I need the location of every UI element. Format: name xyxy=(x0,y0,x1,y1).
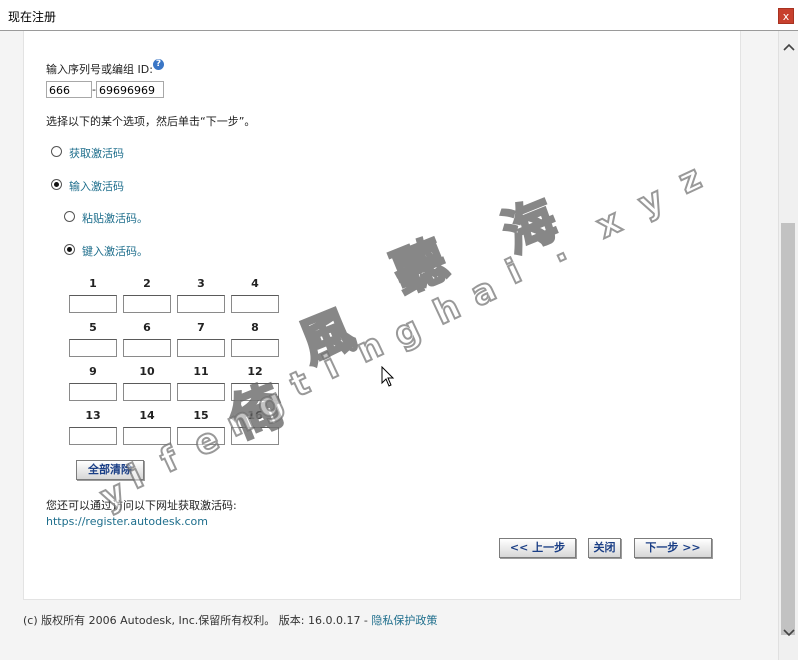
option-paste-code-label[interactable]: 粘贴激活码。 xyxy=(82,210,148,226)
serial-number-input[interactable]: 69696969 xyxy=(96,81,164,98)
code-field-label: 4 xyxy=(251,277,259,290)
code-field-label: 2 xyxy=(143,277,151,290)
code-field-label: 7 xyxy=(197,321,205,334)
code-field-input[interactable] xyxy=(69,383,117,401)
code-field-label: 10 xyxy=(139,365,155,378)
title-bar: 现在注册 x xyxy=(0,0,798,31)
code-field-label: 6 xyxy=(143,321,151,334)
code-field-input[interactable] xyxy=(69,339,117,357)
code-field-input[interactable] xyxy=(177,427,225,445)
option-enter-code-label[interactable]: 输入激活码 xyxy=(69,178,124,194)
footer: (c) 版权所有 2006 Autodesk, Inc.保留所有权利。 版本: … xyxy=(23,612,437,628)
mouse-cursor-icon xyxy=(381,365,395,391)
privacy-policy-link[interactable]: 隐私保护政策 xyxy=(371,614,437,627)
clear-all-button[interactable]: 全部清除 xyxy=(76,460,144,480)
code-field-input[interactable] xyxy=(231,383,279,401)
vertical-scrollbar[interactable] xyxy=(778,31,798,660)
code-field-input[interactable] xyxy=(123,295,171,313)
serial-prefix-input[interactable]: 666 xyxy=(46,81,92,98)
scrollbar-thumb[interactable] xyxy=(781,223,795,635)
window-title: 现在注册 xyxy=(8,10,57,24)
code-field-label: 8 xyxy=(251,321,259,334)
chevron-up-icon[interactable] xyxy=(779,41,798,61)
code-field-input[interactable] xyxy=(123,339,171,357)
help-icon[interactable]: ? xyxy=(153,59,164,70)
option-get-code-label[interactable]: 获取激活码 xyxy=(69,145,124,161)
code-field-label: 9 xyxy=(89,365,97,378)
content-area: 输入序列号或编组 ID: ? 666 - 69696969 选择以下的某个选项，… xyxy=(0,31,778,660)
chevron-down-icon[interactable] xyxy=(779,627,798,647)
code-field-input[interactable] xyxy=(177,339,225,357)
register-url-link[interactable]: https://register.autodesk.com xyxy=(46,515,208,528)
code-field-input[interactable] xyxy=(231,427,279,445)
radio-type-code[interactable] xyxy=(64,244,75,255)
option-type-code-label[interactable]: 键入激活码。 xyxy=(82,243,148,259)
code-field-label: 3 xyxy=(197,277,205,290)
code-field-input[interactable] xyxy=(69,427,117,445)
code-field-label: 14 xyxy=(139,409,155,422)
code-field-input[interactable] xyxy=(123,383,171,401)
radio-paste-code[interactable] xyxy=(64,211,75,222)
radio-enter-code[interactable] xyxy=(51,179,62,190)
serial-label: 输入序列号或编组 ID: xyxy=(46,63,153,76)
radio-get-code[interactable] xyxy=(51,146,62,157)
code-field-input[interactable] xyxy=(69,295,117,313)
code-field-input[interactable] xyxy=(123,427,171,445)
code-field-label: 13 xyxy=(85,409,101,422)
instruction-text: 选择以下的某个选项，然后单击“下一步”。 xyxy=(46,115,256,128)
code-field-input[interactable] xyxy=(177,295,225,313)
code-field-label: 11 xyxy=(193,365,209,378)
prev-step-button[interactable]: << 上一步 xyxy=(499,538,576,558)
close-window-button[interactable]: x xyxy=(778,8,794,24)
registration-panel: 输入序列号或编组 ID: ? 666 - 69696969 选择以下的某个选项，… xyxy=(23,31,741,600)
code-field-label: 12 xyxy=(247,365,263,378)
close-button[interactable]: 关闭 xyxy=(588,538,621,558)
code-field-label: 5 xyxy=(89,321,97,334)
code-field-input[interactable] xyxy=(177,383,225,401)
code-field-label: 16 xyxy=(247,409,263,422)
url-note: 您还可以通过访问以下网址获取激活码: xyxy=(46,499,237,512)
code-field-label: 1 xyxy=(89,277,97,290)
next-step-button[interactable]: 下一步 >> xyxy=(634,538,712,558)
copyright-text: (c) 版权所有 2006 Autodesk, Inc.保留所有权利。 版本: … xyxy=(23,614,372,627)
code-field-input[interactable] xyxy=(231,339,279,357)
code-field-input[interactable] xyxy=(231,295,279,313)
code-field-label: 15 xyxy=(193,409,209,422)
